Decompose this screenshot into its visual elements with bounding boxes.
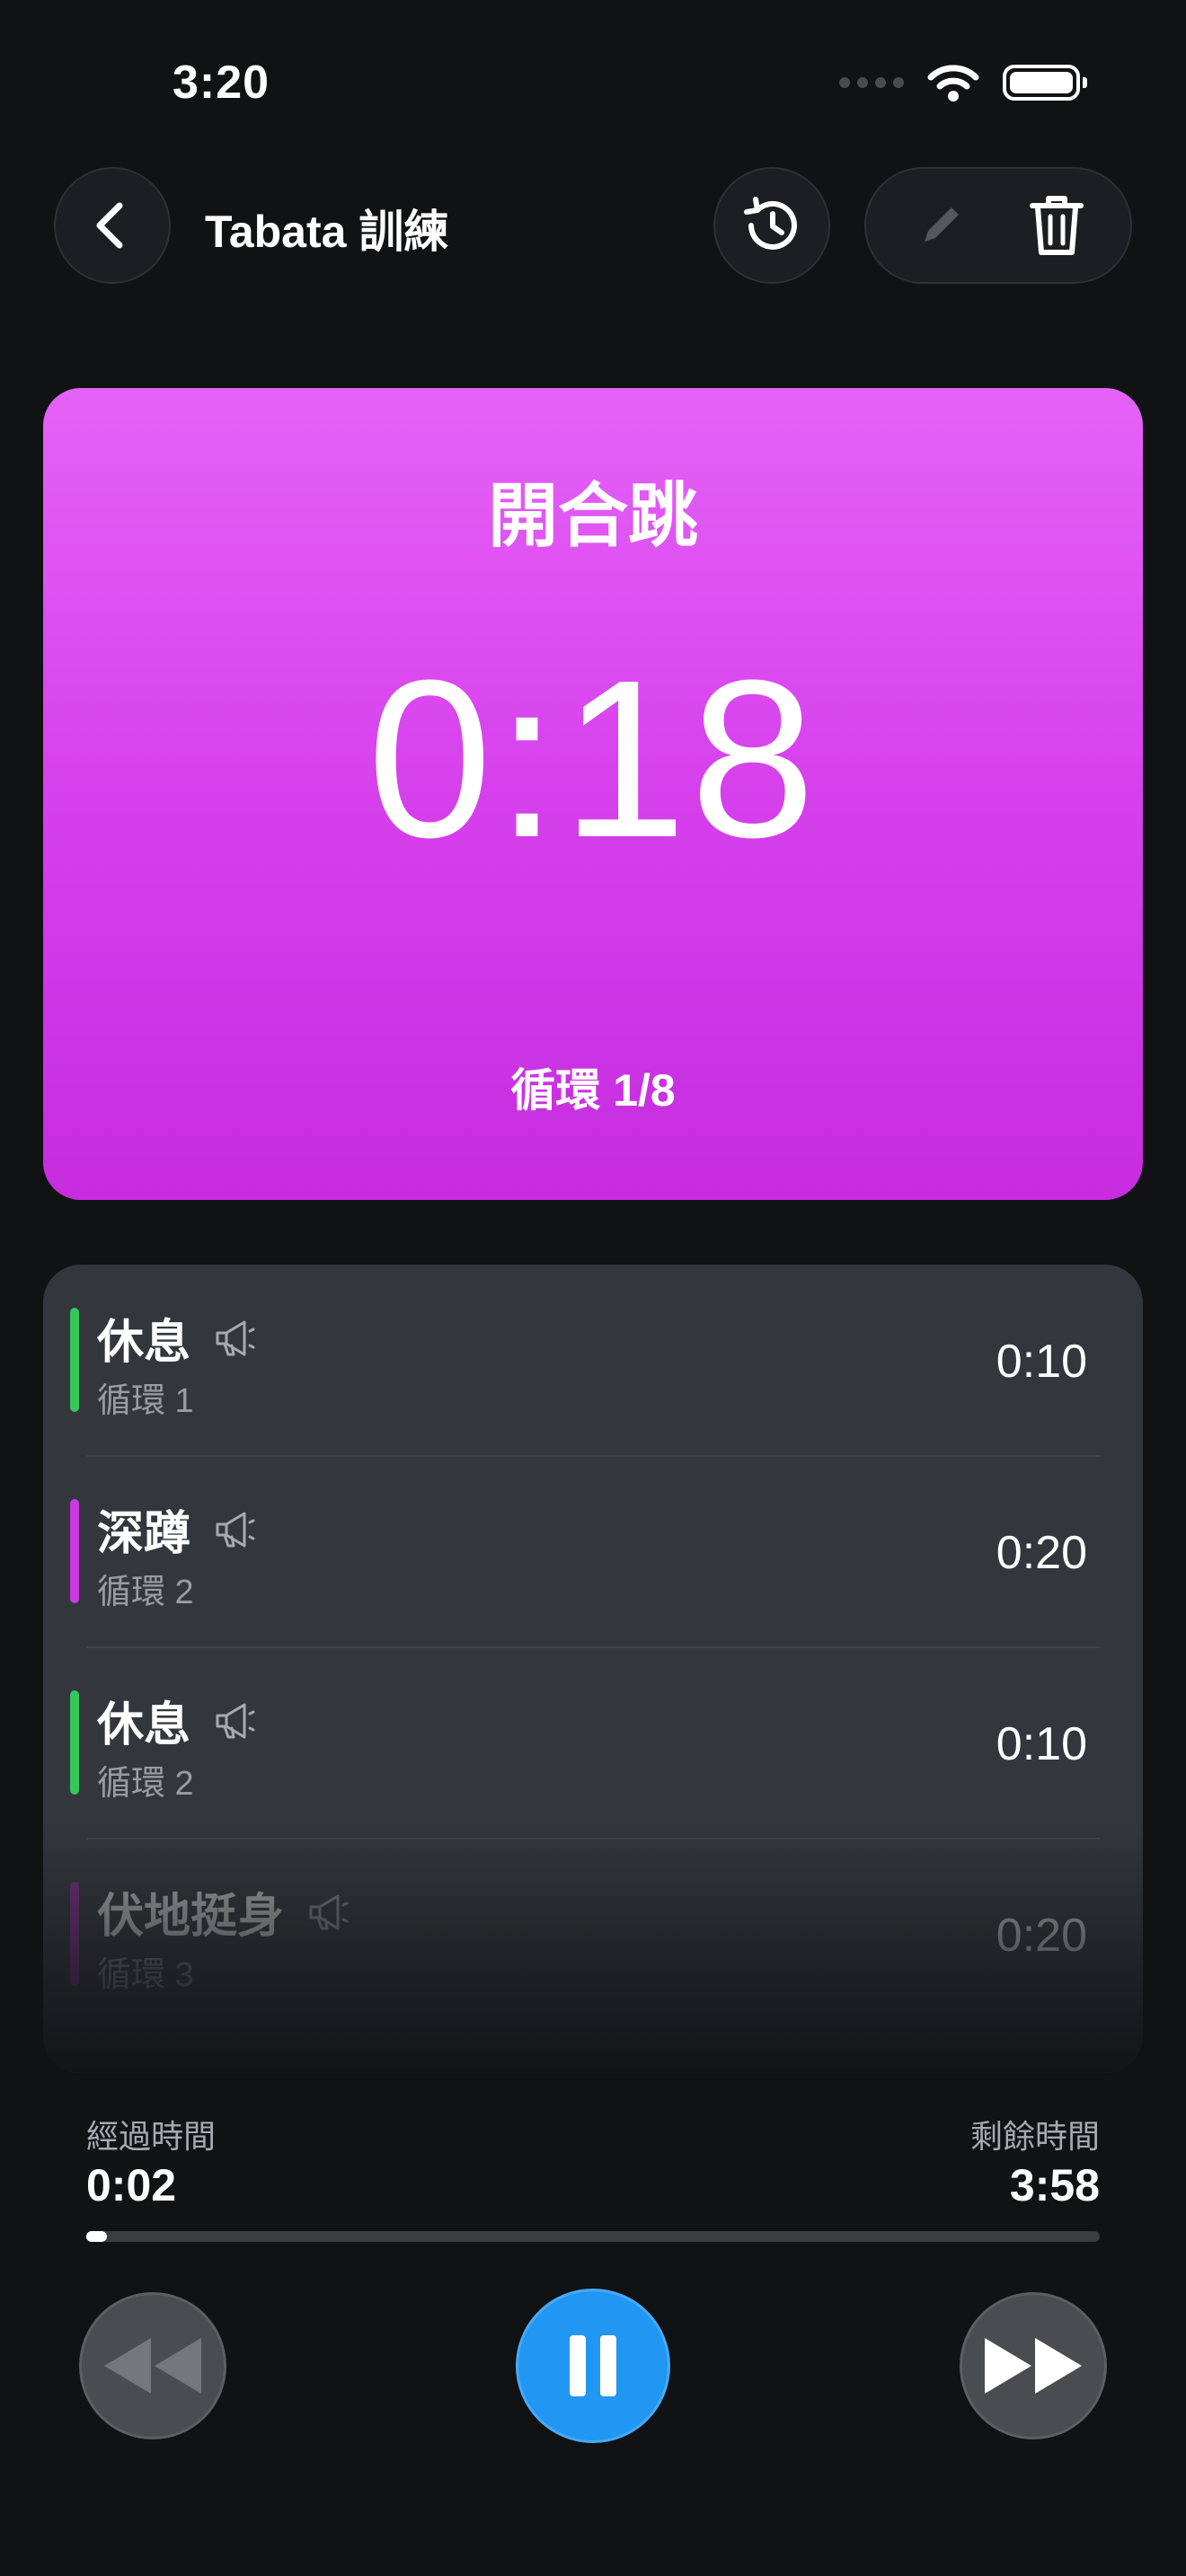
interval-round: 循環 1 [97,1382,194,1420]
interval-duration: 0:20 [996,1527,1087,1579]
countdown-timer: 0:18 [367,633,819,884]
interval-color-bar [70,1499,79,1603]
status-time: 3:20 [173,57,270,109]
history-button[interactable] [713,167,830,284]
pause-button[interactable] [516,2289,670,2443]
remaining-time: 3:58 [1009,2160,1100,2210]
progress-bar[interactable] [86,2231,1100,2242]
wifi-icon [927,65,979,101]
interval-duration: 0:10 [996,1718,1087,1770]
list-item[interactable]: 休息 循環 1 0:10 [43,1265,1143,1456]
list-item[interactable]: 休息 循環 2 0:10 [43,1647,1143,1839]
list-item[interactable]: 伏地挺身 循環 3 0:20 [43,1839,1143,2030]
rewind-button[interactable] [79,2292,226,2439]
interval-queue[interactable]: 休息 循環 1 0:10 深蹲 循環 2 0:20 休息 循環 2 0:10 伏… [43,1265,1143,2073]
back-button[interactable] [54,167,171,284]
pause-icon [570,2335,616,2396]
fast-forward-icon [985,2338,1082,2394]
pencil-icon [924,207,959,242]
list-item[interactable]: 深蹲 循環 2 0:20 [43,1456,1143,1647]
interval-color-bar [70,1690,79,1795]
interval-name: 休息 [97,1699,191,1751]
megaphone-icon [309,1894,349,1929]
current-exercise-name: 開合跳 [487,476,698,555]
remaining-label: 剩餘時間 [969,2118,1100,2155]
rewind-icon [104,2338,201,2394]
megaphone-icon [216,1512,255,1547]
interval-round: 循環 2 [97,1574,194,1611]
status-icons [839,63,1087,102]
cellular-signal-icon [839,77,904,88]
fast-forward-button[interactable] [960,2292,1107,2439]
elapsed-label: 經過時間 [86,2118,217,2155]
page-title: Tabata 訓練 [205,207,449,257]
delete-button[interactable] [1012,181,1102,270]
round-indicator: 循環 1/8 [510,1065,676,1116]
progress-fill [86,2231,107,2242]
interval-round: 循環 3 [97,1956,194,1994]
edit-delete-group [864,167,1132,284]
battery-icon [1003,65,1087,101]
interval-color-bar [70,1308,79,1412]
interval-color-bar [70,1882,79,1986]
megaphone-icon [216,1320,255,1355]
chevron-left-icon [96,202,123,249]
history-icon [744,197,797,250]
megaphone-icon [216,1703,255,1738]
trash-icon [1029,196,1084,255]
elapsed-time: 0:02 [86,2160,177,2210]
interval-duration: 0:20 [996,1910,1087,1962]
interval-round: 循環 2 [97,1765,194,1803]
interval-name: 伏地挺身 [97,1891,285,1943]
current-interval-card: 開合跳 0:18 循環 1/8 [43,388,1143,1200]
interval-duration: 0:10 [996,1336,1087,1388]
interval-name: 休息 [97,1317,191,1369]
edit-button[interactable] [896,181,986,270]
interval-name: 深蹲 [97,1508,191,1560]
